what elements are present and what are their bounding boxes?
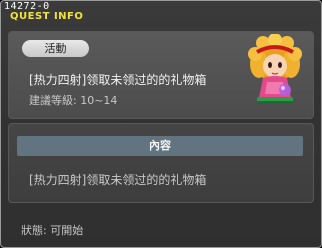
quest-info-window: 14272-0 QUEST INFO 活動 [热力四射]领取未领过的的礼物箱 建… bbox=[0, 0, 322, 248]
quest-content-text: [热力四射]领取未领过的的礼物箱 bbox=[29, 173, 207, 187]
quest-status: 狀態: 可開始 bbox=[21, 224, 84, 237]
quest-detail-panel: 內容 [热力四射]领取未领过的的礼物箱 bbox=[8, 123, 314, 203]
quest-summary-panel: 活動 [热力四射]领取未领过的的礼物箱 建議等級: 10~14 bbox=[8, 31, 314, 119]
content-section-header: 內容 bbox=[17, 136, 303, 156]
quest-category-tag: 活動 bbox=[22, 40, 89, 57]
window-title: QUEST INFO bbox=[10, 11, 84, 22]
level-requirement: 建議等級: 10~14 bbox=[29, 94, 118, 107]
npc-portrait-icon bbox=[248, 34, 302, 104]
quest-name: [热力四射]领取未领过的的礼物箱 bbox=[29, 73, 207, 87]
